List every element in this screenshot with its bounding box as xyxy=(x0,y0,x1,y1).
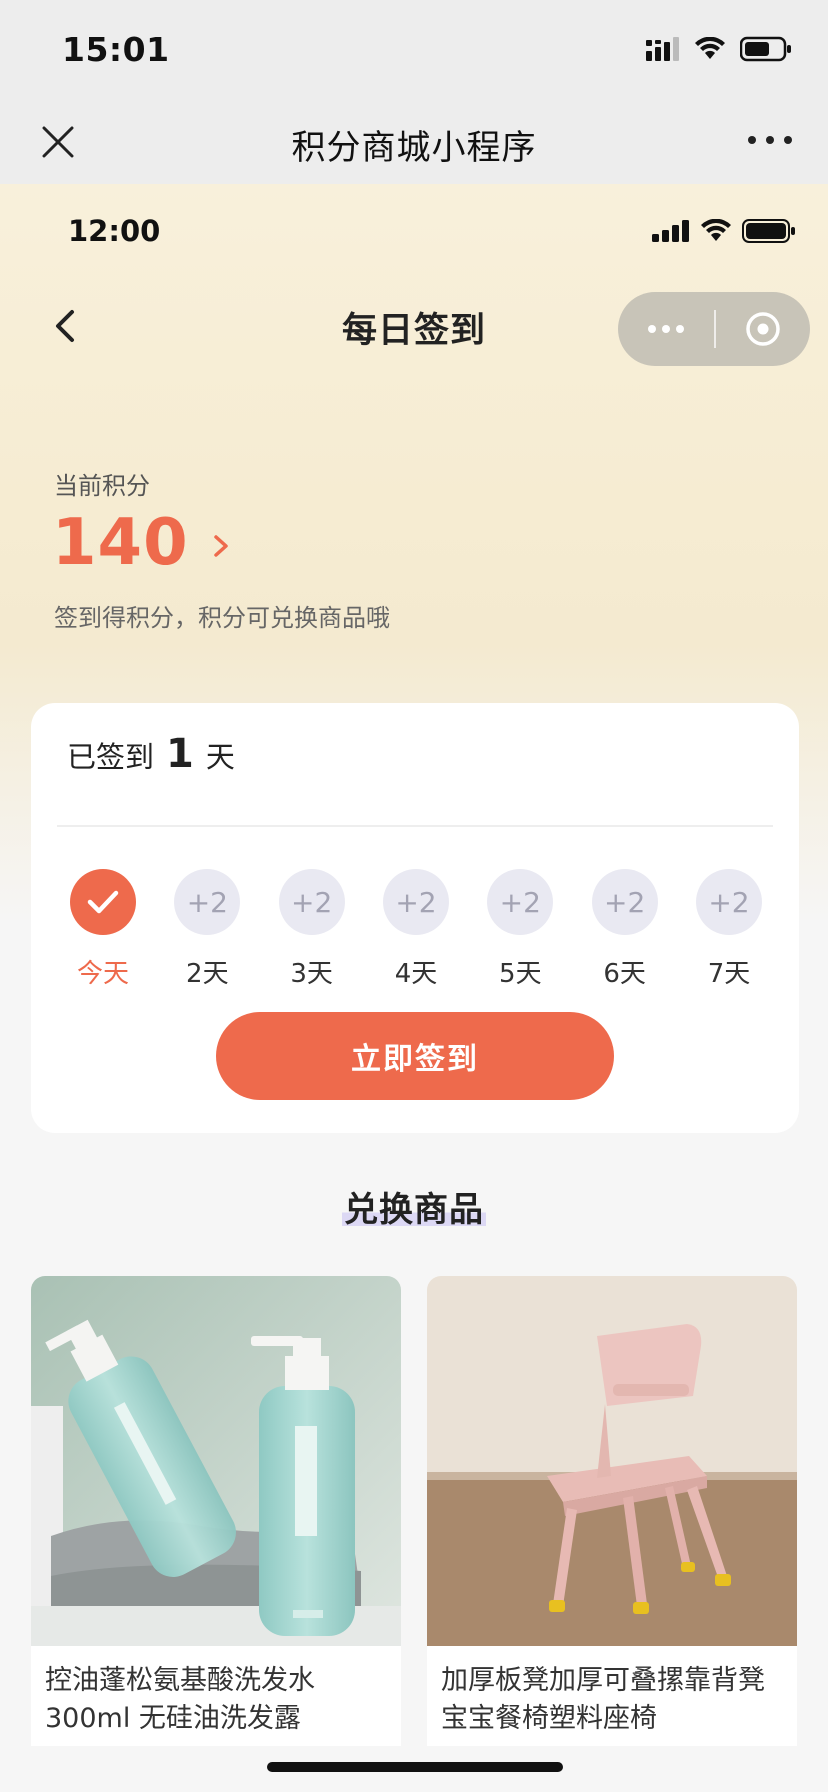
checkin-day: 今天 xyxy=(69,869,137,990)
exchange-title-text: 兑换商品 xyxy=(342,1182,486,1231)
outer-nav-title: 积分商城小程序 xyxy=(291,128,537,168)
mini-program-page: 12:00 每日签到 当前积分 140 签到得积分，积分可兑换商品哦 已签到 1… xyxy=(0,184,828,1792)
capsule-menu-icon[interactable] xyxy=(618,325,714,333)
outer-status-bar: 15:01 xyxy=(0,0,828,100)
checkin-day-label: 5天 xyxy=(499,959,542,989)
wifi-icon xyxy=(695,37,725,59)
capsule-close-icon[interactable] xyxy=(716,309,810,349)
checkin-button[interactable]: 立即签到 xyxy=(216,1012,614,1100)
checkin-days: 今天 +2 2天 +2 3天 +2 4天 +2 5天 +2 6天 +2 7天 xyxy=(69,869,763,990)
product-name: 控油蓬松氨基酸洗发水300ml 无硅油洗发露 xyxy=(45,1665,315,1734)
inner-system-icons xyxy=(652,218,796,244)
points-value: 140 xyxy=(52,506,189,580)
checkin-day-label: 7天 xyxy=(707,959,751,989)
checkin-day-label: 4天 xyxy=(394,959,438,989)
points-label: 当前积分 xyxy=(54,472,150,500)
checkin-day: +2 2天 xyxy=(173,869,241,990)
mini-program-capsule xyxy=(618,292,810,366)
product-card[interactable]: 控油蓬松氨基酸洗发水300ml 无硅油洗发露 xyxy=(31,1276,401,1746)
checkin-day-circle xyxy=(70,869,136,935)
wifi-icon xyxy=(701,219,731,241)
outer-system-icons xyxy=(646,36,792,62)
product-grid: 控油蓬松氨基酸洗发水300ml 无硅油洗发露 加厚板凳加厚可叠摞靠背凳宝宝餐椅塑… xyxy=(31,1276,797,1746)
checkin-day-reward: +2 xyxy=(591,869,658,935)
points-link[interactable]: 140 xyxy=(52,506,231,580)
outer-nav-bar: 积分商城小程序 xyxy=(0,100,828,184)
checkin-day-reward: +2 xyxy=(174,869,241,935)
checkin-day: +2 3天 xyxy=(278,869,346,990)
checkin-day: +2 5天 xyxy=(486,869,554,990)
signed-days-summary: 已签到 1 天 xyxy=(67,731,235,777)
checkin-day-label: 2天 xyxy=(186,959,229,989)
cellular-signal-icon xyxy=(652,220,689,242)
checkin-day-reward: +2 xyxy=(278,869,345,935)
checkin-card: 已签到 1 天 今天 +2 2天 +2 3天 +2 4天 +2 5天 +2 6天… xyxy=(31,703,799,1133)
product-image-shampoo xyxy=(31,1276,401,1646)
cellular-signal-icon xyxy=(646,37,679,61)
points-hint: 签到得积分，积分可兑换商品哦 xyxy=(54,604,390,632)
checkin-day-reward: +2 xyxy=(487,869,554,935)
product-image-chair xyxy=(427,1276,797,1646)
more-options-icon[interactable] xyxy=(748,136,792,144)
checkmark-icon xyxy=(87,890,119,914)
battery-icon xyxy=(740,36,791,62)
checkin-day-label: 3天 xyxy=(290,959,333,989)
exchange-section-title: 兑换商品 xyxy=(0,1182,828,1231)
signed-suffix: 天 xyxy=(205,740,235,774)
checkin-day: +2 6天 xyxy=(591,869,659,990)
checkin-day-reward: +2 xyxy=(382,869,449,935)
signed-days-count: 1 xyxy=(166,731,194,777)
inner-status-time: 12:00 xyxy=(68,214,161,248)
home-indicator[interactable] xyxy=(267,1762,563,1772)
checkin-day-label: 6天 xyxy=(603,959,646,989)
outer-status-time: 15:01 xyxy=(62,30,170,69)
product-name: 加厚板凳加厚可叠摞靠背凳宝宝餐椅塑料座椅 xyxy=(441,1665,765,1734)
signed-prefix: 已签到 xyxy=(67,740,155,774)
checkin-day: +2 7天 xyxy=(695,869,763,990)
battery-icon xyxy=(742,219,795,243)
product-card[interactable]: 加厚板凳加厚可叠摞靠背凳宝宝餐椅塑料座椅 xyxy=(427,1276,797,1746)
checkin-day: +2 4天 xyxy=(382,869,450,990)
checkin-day-label: 今天 xyxy=(76,959,129,989)
checkin-day-reward: +2 xyxy=(695,869,762,935)
chevron-right-icon xyxy=(213,535,228,557)
card-divider xyxy=(57,825,773,827)
